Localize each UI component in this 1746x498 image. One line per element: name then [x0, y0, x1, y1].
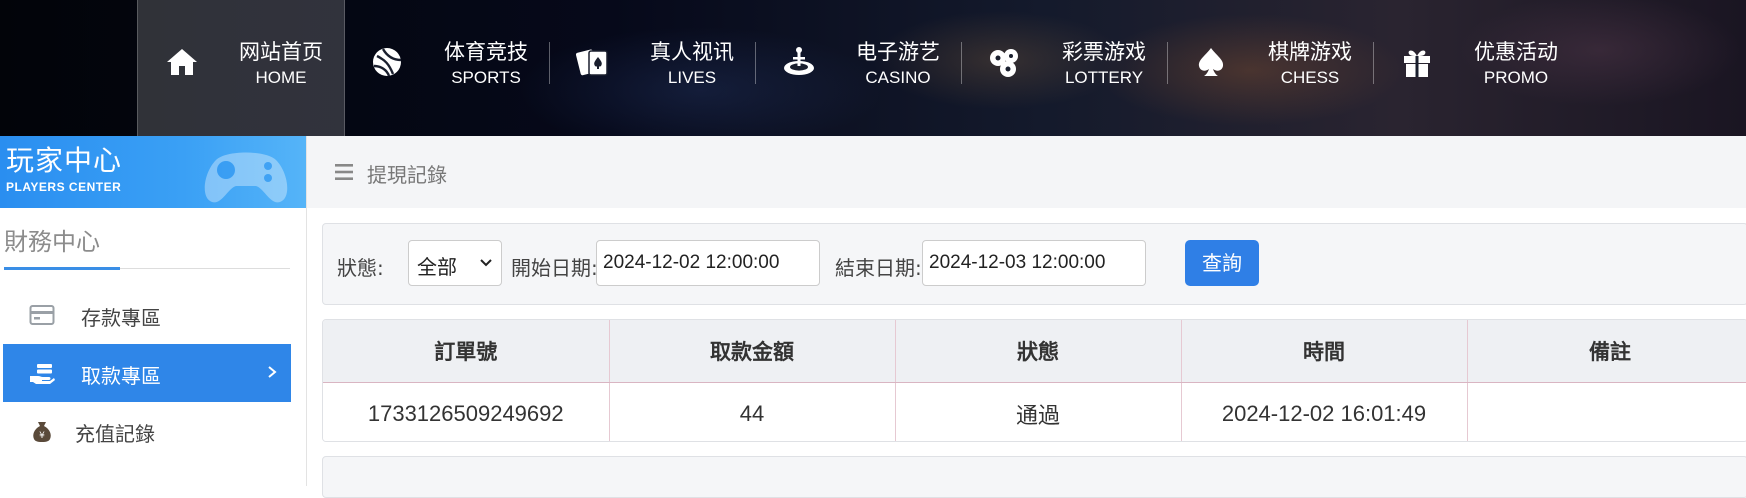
nav-casino-label: 电子游艺: [856, 40, 940, 64]
nav-promo[interactable]: 优惠活动 PROMO: [1373, 0, 1579, 136]
col-header-status: 狀態: [895, 320, 1182, 383]
svg-text:¥: ¥: [39, 431, 45, 441]
nav-chess-sublabel: CHESS: [1280, 68, 1340, 87]
ball-icon: [373, 48, 402, 77]
withdraw-records-table: 訂單號 取款金額 狀態 時間 備註 1733126509249692 44 通過…: [322, 319, 1746, 442]
query-button[interactable]: 查詢: [1185, 240, 1259, 286]
nav-chess-label: 棋牌游戏: [1268, 40, 1352, 64]
chevron-right-icon: [268, 366, 277, 378]
end-date-input[interactable]: 2024-12-03 12:00:00: [922, 240, 1146, 286]
cell-time: 2024-12-02 16:01:49: [1181, 382, 1468, 441]
cell-amount: 44: [609, 382, 896, 441]
status-label: 狀態:: [337, 256, 384, 280]
sidebar-item-withdraw[interactable]: 取款專區: [3, 344, 291, 402]
gamepad-icon: [204, 152, 288, 203]
start-date-label: 開始日期:: [511, 256, 598, 280]
cell-order-no: 1733126509249692: [323, 382, 610, 441]
nav-casino[interactable]: 电子游艺 CASINO: [755, 0, 961, 136]
end-date-label: 結束日期:: [835, 256, 922, 280]
pagination-panel: [322, 456, 1746, 498]
hand-money-icon: [30, 364, 55, 384]
nav-lives-label: 真人视讯: [650, 40, 734, 64]
section-underline: [4, 267, 120, 270]
cards-icon: [576, 49, 608, 76]
banner-subtitle: PLAYERS CENTER: [6, 180, 122, 194]
main-content: 提現記錄 狀態: 全部 開始日期: 2024-12-02 12:00:00 結束…: [307, 136, 1746, 498]
start-date-input[interactable]: 2024-12-02 12:00:00: [596, 240, 820, 286]
sidebar-item-recharge-records[interactable]: ¥ 充值記錄: [3, 402, 291, 460]
players-center-banner: 玩家中心 PLAYERS CENTER: [0, 136, 306, 208]
nav-lottery[interactable]: 彩票游戏 LOTTERY: [961, 0, 1167, 136]
nav-chess[interactable]: 棋牌游戏 CHESS: [1167, 0, 1373, 136]
banner-title: 玩家中心: [6, 144, 123, 177]
nav-home-label: 网站首页: [239, 40, 323, 64]
col-header-amount: 取款金額: [609, 320, 896, 383]
col-header-order-no: 訂單號: [323, 320, 610, 383]
nav-sports-sublabel: SPORTS: [451, 68, 521, 87]
nav-sports-label: 体育竞技: [444, 40, 528, 64]
nav-lottery-label: 彩票游戏: [1062, 40, 1146, 64]
col-header-remark: 備註: [1467, 320, 1746, 383]
cell-remark: [1467, 382, 1746, 441]
nav-home[interactable]: 网站首页 HOME: [137, 0, 345, 136]
menu-icon[interactable]: [335, 163, 353, 181]
nav-home-sublabel: HOME: [255, 68, 307, 87]
spade-icon: [1198, 48, 1224, 76]
sidebar-item-label: 充值記錄: [75, 422, 155, 446]
nav-casino-sublabel: CASINO: [865, 68, 931, 87]
sidebar-item-deposit[interactable]: 存款專區: [3, 286, 291, 344]
table-header-row: 訂單號 取款金額 狀態 時間 備註: [323, 320, 1746, 383]
section-title: 財務中心: [4, 228, 100, 256]
cell-status: 通過: [895, 382, 1182, 441]
status-select-value: 全部: [417, 255, 457, 279]
filter-bar: 狀態: 全部 開始日期: 2024-12-02 12:00:00 結束日期: 2…: [322, 223, 1746, 305]
nav-lottery-sublabel: LOTTERY: [1064, 68, 1144, 87]
gift-icon: [1404, 50, 1430, 77]
nav-lives-sublabel: LIVES: [667, 68, 717, 87]
status-select[interactable]: 全部: [408, 240, 502, 286]
sidebar-item-label: 存款專區: [81, 306, 161, 330]
breadcrumb: 提現記錄: [307, 136, 1746, 208]
table-row: 1733126509249692 44 通過 2024-12-02 16:01:…: [323, 382, 1746, 441]
sidebar-item-label: 取款專區: [81, 364, 161, 388]
lottery-balls-icon: [990, 49, 1018, 77]
nav-lives[interactable]: 真人视讯 LIVES: [549, 0, 755, 136]
chevron-down-icon: [480, 259, 492, 267]
sidebar: 玩家中心 PLAYERS CENTER 財務中心 存款專區 取款專區 ¥ 充值記…: [0, 136, 307, 486]
nav-promo-sublabel: PROMO: [1483, 68, 1549, 87]
money-bag-icon: ¥: [33, 422, 51, 442]
card-icon: [29, 305, 55, 325]
top-nav: 网站首页 HOME 体育竞技 SPORTS 真人视讯 LIVES 电子游艺 CA…: [0, 0, 1746, 136]
nav-sports[interactable]: 体育竞技 SPORTS: [343, 0, 549, 136]
roulette-icon: [784, 47, 814, 75]
col-header-time: 時間: [1181, 320, 1468, 383]
nav-promo-label: 优惠活动: [1474, 40, 1558, 64]
page-title: 提現記錄: [367, 163, 447, 187]
home-icon: [167, 49, 197, 75]
